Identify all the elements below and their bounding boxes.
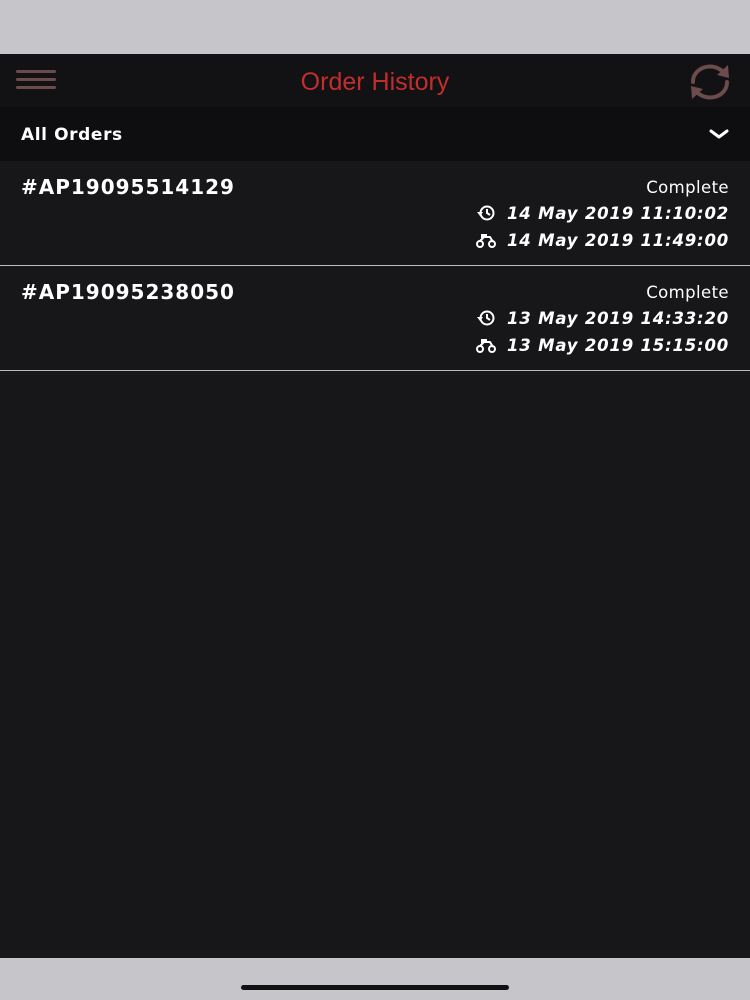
delivered-time-line: 14 May 2019 11:49:00 bbox=[475, 229, 729, 251]
order-id: #AP19095238050 bbox=[21, 280, 235, 304]
refresh-button[interactable] bbox=[684, 62, 736, 102]
hamburger-menu-icon bbox=[16, 70, 56, 89]
order-id: #AP19095514129 bbox=[21, 175, 235, 199]
ordered-time-line: 13 May 2019 14:33:20 bbox=[475, 307, 729, 329]
menu-button[interactable] bbox=[14, 68, 60, 94]
chevron-down-icon bbox=[709, 129, 729, 139]
status-bar bbox=[0, 0, 750, 54]
refresh-icon bbox=[690, 64, 730, 100]
order-list: #AP19095514129 Complete 14 May 2019 11:1… bbox=[0, 161, 750, 371]
delivered-time-line: 13 May 2019 15:15:00 bbox=[475, 334, 729, 356]
ordered-time: 13 May 2019 14:33:20 bbox=[507, 308, 729, 328]
order-history-screen: Order History All Orders #AP19095514129 … bbox=[0, 54, 750, 958]
history-clock-icon bbox=[477, 205, 495, 221]
delivery-scooter-icon bbox=[476, 234, 496, 248]
delivery-scooter-icon bbox=[476, 339, 496, 353]
filter-selected-label: All Orders bbox=[21, 125, 123, 145]
order-status: Complete bbox=[646, 178, 729, 197]
home-indicator[interactable] bbox=[241, 985, 509, 990]
delivered-time: 13 May 2019 15:15:00 bbox=[507, 335, 729, 355]
order-status: Complete bbox=[646, 283, 729, 302]
page-title: Order History bbox=[300, 68, 450, 96]
home-bar-area bbox=[0, 958, 750, 1000]
ordered-time-line: 14 May 2019 11:10:02 bbox=[475, 202, 729, 224]
order-row[interactable]: #AP19095514129 Complete 14 May 2019 11:1… bbox=[0, 161, 750, 266]
app-header: Order History bbox=[0, 54, 750, 107]
delivered-time: 14 May 2019 11:49:00 bbox=[507, 230, 729, 250]
ordered-time: 14 May 2019 11:10:02 bbox=[507, 203, 729, 223]
order-filter-dropdown[interactable]: All Orders bbox=[0, 107, 750, 161]
order-row[interactable]: #AP19095238050 Complete 13 May 2019 14:3… bbox=[0, 266, 750, 371]
history-clock-icon bbox=[477, 310, 495, 326]
